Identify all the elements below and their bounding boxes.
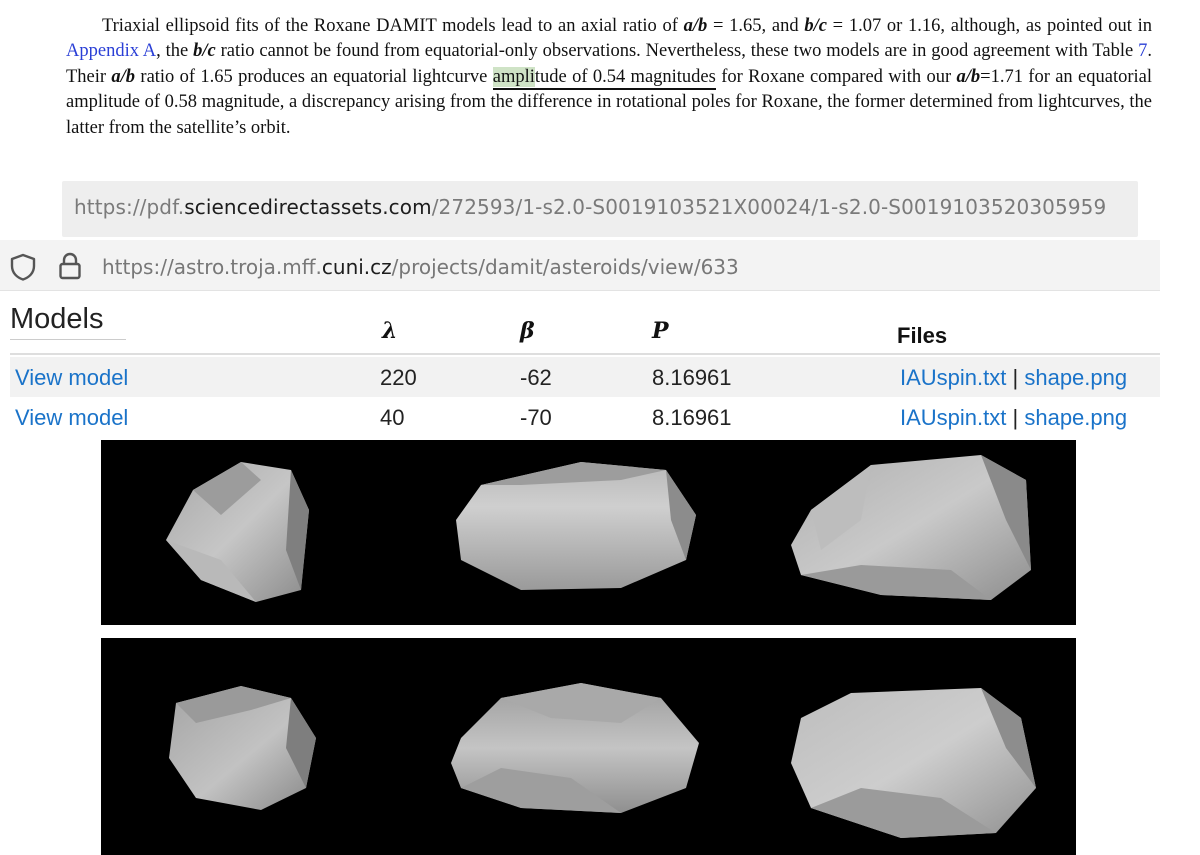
header-period: P [652,318,669,344]
text: = 1.07 or 1.16, although, as pointed out… [826,16,1152,36]
models-heading: Models [10,303,126,340]
url-text[interactable]: https://astro.troja.mff.cuni.cz/projects… [102,255,739,279]
header-lambda: λ [382,318,398,344]
shape-view-2 [451,683,699,813]
lambda-value: 220 [380,365,417,390]
highlighted-text: ampli [492,66,535,87]
url-domain: sciencedirectassets.com [184,195,432,219]
address-bar-damit[interactable]: https://astro.troja.mff.cuni.cz/projects… [0,240,1160,291]
url-text[interactable]: https://pdf.sciencedirectassets.com/2725… [74,195,1106,219]
paper-paragraph: Triaxial ellipsoid fits of the Roxane DA… [66,14,1152,141]
header-beta: β [520,318,535,344]
appendix-a-link[interactable]: Appendix A [66,41,156,61]
lock-icon[interactable] [58,251,82,286]
files-cell: IAUspin.txt | shape.png [900,405,1127,431]
shape-png-link[interactable]: shape.png [1024,365,1127,390]
shape-render-model-2 [101,638,1076,855]
url-prefix: https://pdf. [74,195,185,219]
shape-view-1 [166,462,309,602]
underlined-text: tude of 0.54 magnitudes [534,66,716,87]
underlined-phrase: amplitude of 0.54 magnitudes [492,66,716,90]
beta-value: -70 [520,405,552,430]
url-prefix: https://astro.troja.mff. [102,255,322,279]
text: Triaxial ellipsoid fits of the Roxane DA… [102,16,684,36]
files-cell: IAUspin.txt | shape.png [900,365,1127,391]
text: ratio cannot be found from equatorial-on… [215,41,1139,62]
math-bc: b/c [193,41,216,62]
text: = 1.65, and [707,16,805,36]
lambda-value: 40 [380,405,405,430]
header-files: Files [897,323,948,348]
math-ab: a/b [111,66,136,87]
separator: | [1012,365,1019,390]
url-path: /projects/damit/asteroids/view/633 [391,255,739,279]
shape-view-2 [456,462,696,590]
table-7-link[interactable]: 7 [1138,41,1147,61]
iauspin-link[interactable]: IAUspin.txt [900,365,1006,390]
separator: | [1012,405,1019,430]
math-bc: b/c [804,16,827,36]
period-value: 8.16961 [652,405,732,430]
table-row: View model 220 -62 8.16961 IAUspin.txt |… [10,357,1160,397]
view-model-link[interactable]: View model [15,405,128,431]
math-ab: a/b [956,66,981,87]
iauspin-link[interactable]: IAUspin.txt [900,405,1006,430]
url-domain: cuni.cz [321,255,392,279]
shape-view-1 [169,686,316,810]
address-bar-pdf[interactable]: https://pdf.sciencedirectassets.com/2725… [62,181,1138,237]
shape-view-3 [791,455,1031,600]
math-ab: a/b [683,16,708,36]
shape-render-model-1 [101,440,1076,625]
text: for Roxane compared with our [715,66,957,87]
header-divider [10,353,1160,355]
text: , the [156,41,194,62]
table-row: View model 40 -70 8.16961 IAUspin.txt | … [10,397,1160,437]
view-model-link[interactable]: View model [15,365,128,391]
beta-value: -62 [520,365,552,390]
shape-view-3 [791,688,1036,838]
url-path: /272593/1-s2.0-S0019103521X00024/1-s2.0-… [431,195,1107,219]
text: ratio of 1.65 produces an equatorial lig… [135,66,493,87]
shield-icon[interactable] [8,253,38,286]
shape-png-link[interactable]: shape.png [1024,405,1127,430]
period-value: 8.16961 [652,365,732,390]
